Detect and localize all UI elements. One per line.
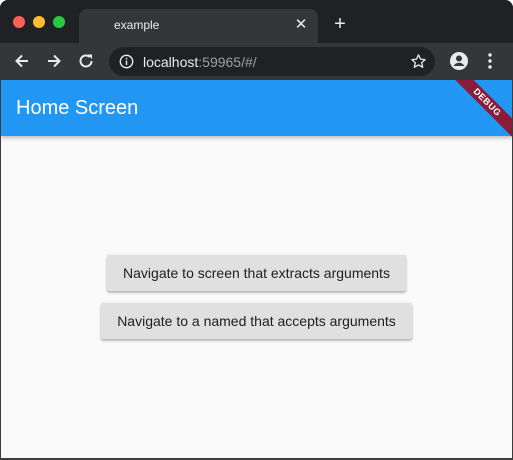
tab-strip: example ✕ + bbox=[0, 0, 513, 43]
url-host: localhost bbox=[143, 54, 199, 70]
navigate-named-route-button[interactable]: Navigate to a named that accepts argumen… bbox=[101, 303, 412, 339]
url-path: :59965/#/ bbox=[198, 54, 257, 70]
tab-close-icon[interactable]: ✕ bbox=[294, 15, 308, 35]
new-tab-button[interactable]: + bbox=[330, 14, 350, 34]
maximize-window-button[interactable] bbox=[53, 16, 65, 28]
info-icon[interactable] bbox=[119, 54, 134, 69]
bookmark-star-icon[interactable] bbox=[410, 53, 427, 70]
navigate-extract-arguments-button[interactable]: Navigate to screen that extracts argumen… bbox=[107, 255, 406, 291]
tab-title: example bbox=[114, 18, 160, 32]
more-menu-icon[interactable] bbox=[482, 51, 498, 71]
forward-arrow-icon[interactable] bbox=[44, 51, 64, 71]
browser-window: example ✕ + localhost:59965/#/ Home Scre… bbox=[0, 0, 513, 460]
browser-tab[interactable]: example ✕ bbox=[79, 9, 318, 43]
url-text: localhost:59965/#/ bbox=[143, 54, 257, 70]
address-bar[interactable]: localhost:59965/#/ bbox=[109, 47, 435, 76]
reload-icon[interactable] bbox=[76, 51, 96, 71]
page-viewport: Home Screen DEBUG Navigate to screen tha… bbox=[1, 80, 512, 458]
page-title: Home Screen bbox=[16, 97, 139, 119]
browser-toolbar: localhost:59965/#/ bbox=[0, 43, 513, 80]
close-window-button[interactable] bbox=[13, 16, 25, 28]
back-arrow-icon[interactable] bbox=[12, 51, 32, 71]
account-icon[interactable] bbox=[449, 51, 469, 71]
minimize-window-button[interactable] bbox=[33, 16, 45, 28]
app-bar: Home Screen bbox=[1, 80, 512, 136]
